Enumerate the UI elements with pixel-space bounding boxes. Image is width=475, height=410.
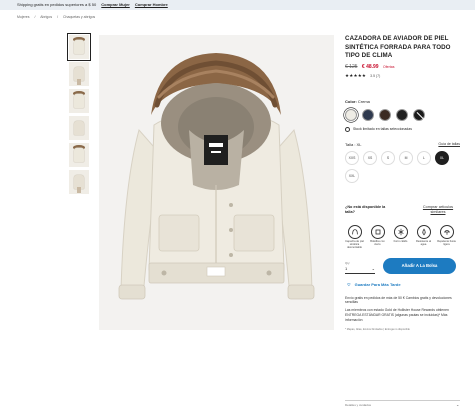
details-accordion-label[interactable]: Detalles y cuidados — [345, 403, 371, 407]
price-row: € 125 € 48.99 Ofertas — [345, 64, 460, 70]
quantity-dropdown[interactable]: 1 ⌄ — [345, 265, 375, 274]
add-to-bag-button[interactable]: Añadir A La Bolsa — [383, 257, 456, 274]
feature-label: Resistente al agua — [416, 239, 431, 246]
quantity-value: 1 — [345, 266, 348, 271]
size-unavailable-question: ¿No está disponible la talla? — [345, 204, 386, 214]
rain-icon — [439, 224, 454, 239]
feature-label: Repelente lluvia ligera — [437, 239, 456, 246]
thumbnail-5[interactable] — [69, 143, 89, 167]
size-option-l[interactable]: L — [417, 150, 431, 165]
breadcrumb: Mujeres / Abrigos / Chaquetas y abrigos — [17, 15, 95, 19]
breadcrumb-separator: / — [34, 15, 36, 19]
promo-bar: Shipping gratis en pedidos superiores a … — [0, 0, 475, 10]
breadcrumb-separator: / — [57, 15, 59, 19]
shop-women-link[interactable]: Comprar Mujer — [101, 2, 129, 7]
swatch-cream[interactable] — [345, 108, 357, 121]
breadcrumb-item[interactable]: Mujeres — [17, 15, 29, 19]
feature-item: Bolsillos con cierre — [368, 224, 387, 249]
stock-note: Stock limitado en tallas seleccionadas — [345, 126, 460, 132]
pocket-icon — [370, 224, 385, 239]
size-label: Talla : XL — [345, 141, 362, 147]
thumbnail-6[interactable] — [69, 170, 89, 194]
water-drop-icon — [416, 224, 431, 239]
feature-item: Repelente lluvia ligera — [437, 224, 456, 249]
swatch-navy[interactable] — [362, 108, 374, 121]
purchase-row: Qty: 1 ⌄ Añadir A La Bolsa — [345, 257, 460, 274]
feature-item: Capucha de piel sintética desmontable — [345, 224, 364, 249]
breadcrumb-item[interactable]: Abrigos — [40, 15, 52, 19]
thumbnail-3[interactable] — [69, 89, 89, 113]
feature-item: Forro cálido — [391, 224, 410, 249]
size-help-row: ¿No está disponible la talla? Comprar ar… — [345, 205, 460, 215]
size-option-xl[interactable]: XL — [435, 150, 449, 165]
sale-price: € 48.99 — [361, 63, 379, 70]
thumbnail-1[interactable] — [67, 33, 91, 61]
quantity-selector[interactable]: Qty: 1 ⌄ — [345, 261, 375, 274]
color-label-value: Crema — [357, 98, 370, 104]
size-guide-link[interactable]: Guía de tallas — [438, 142, 460, 147]
swatch-black[interactable] — [396, 108, 408, 121]
size-option-xxl[interactable]: XXL — [345, 168, 359, 183]
feature-label: Forro cálido — [393, 239, 408, 243]
color-label-key: Color: — [345, 98, 357, 104]
feature-label: Capucha de piel sintética desmontable — [345, 239, 364, 249]
stock-note-text: Stock limitado en tallas seleccionadas — [353, 127, 412, 131]
save-for-later-label: Guardar Para Más Tarde — [354, 281, 401, 287]
size-option-m[interactable]: M — [399, 150, 413, 165]
jacket-illustration — [99, 35, 334, 330]
breadcrumb-item[interactable]: Chaquetas y abrigos — [63, 15, 95, 19]
thumbnail-2[interactable] — [69, 62, 89, 86]
chevron-down-icon[interactable]: ⌄ — [456, 402, 459, 407]
product-image[interactable] — [99, 35, 334, 330]
footnote: * Mapas, Altas, Envíos Ilimitados | Entr… — [345, 328, 410, 332]
feature-icons: Capucha de piel sintética desmontable Bo… — [345, 224, 460, 249]
product-info-panel: CAZADORA DE AVIADOR DE PIEL SINTÉTICA FO… — [345, 35, 460, 331]
warmth-icon — [393, 224, 408, 239]
size-option-s[interactable]: S — [381, 150, 395, 165]
thumbnail-4[interactable] — [69, 116, 89, 140]
swatch-brown[interactable] — [379, 108, 391, 121]
rating-row[interactable]: ★★★★★ 3.5 (7) — [345, 73, 460, 79]
feature-label: Bolsillos con cierre — [370, 239, 385, 246]
chevron-down-icon: ⌄ — [371, 266, 375, 271]
rating-count: 3.5 (7) — [370, 73, 381, 78]
original-price: € 125 — [345, 63, 358, 70]
color-swatches — [345, 108, 460, 121]
heart-icon: ♡ — [347, 281, 351, 287]
size-option-xs[interactable]: XS — [363, 150, 377, 165]
feature-item: Resistente al agua — [414, 224, 433, 249]
shop-men-link[interactable]: Comprar Hombre — [135, 2, 168, 7]
shipping-line: Envío gratis en pedidos de más de 50 € C… — [345, 295, 452, 305]
size-header: Talla : XL Guía de tallas — [345, 142, 460, 147]
shipping-info: Envío gratis en pedidos de más de 50 € C… — [345, 296, 460, 323]
shop-similar-link[interactable]: Comprar artículos similares — [416, 205, 460, 215]
size-option-xxs[interactable]: XXS — [345, 150, 359, 165]
hood-icon — [347, 224, 362, 239]
swatch-unavailable[interactable] — [413, 108, 425, 121]
star-rating-icon: ★★★★★ — [345, 72, 367, 78]
color-label: Color: Crema — [345, 99, 460, 104]
product-title: CAZADORA DE AVIADOR DE PIEL SINTÉTICA FO… — [345, 35, 451, 59]
sale-label: Ofertas — [382, 64, 395, 69]
alert-icon — [345, 126, 350, 132]
size-options: XXS XS S M L XL XXL — [345, 150, 460, 183]
promo-text: Shipping gratis en pedidos superiores a … — [17, 2, 97, 7]
save-for-later-button[interactable]: ♡ Guardar Para Más Tarde — [345, 282, 460, 287]
divider — [345, 400, 460, 401]
shipping-line: Las miembros con estado Gold de Holliste… — [345, 308, 449, 322]
thumbnail-gallery — [67, 33, 91, 197]
